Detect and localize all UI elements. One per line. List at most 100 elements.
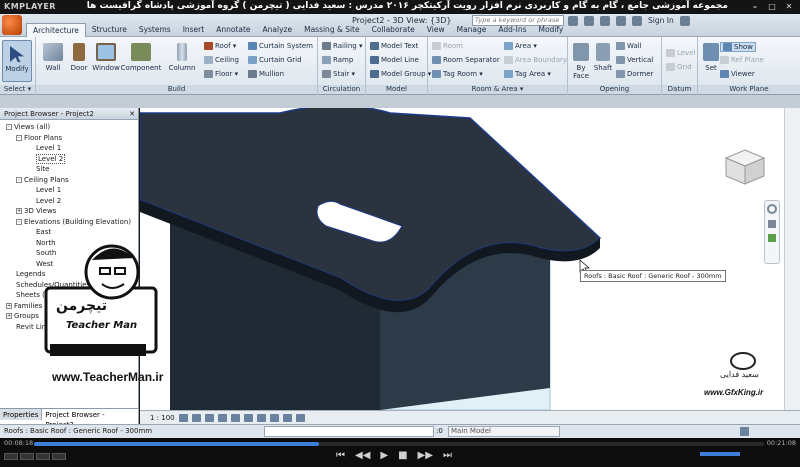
- tag-room-button[interactable]: Tag Room ▾: [432, 70, 483, 78]
- communication-icon[interactable]: [600, 15, 610, 26]
- tab-properties[interactable]: Properties: [0, 409, 43, 420]
- tab-systems[interactable]: Systems: [133, 23, 177, 37]
- browser-tree-item[interactable]: - Ceiling Plans: [0, 175, 138, 186]
- expand-icon[interactable]: +: [6, 302, 12, 309]
- steering-wheel-icon[interactable]: [767, 204, 777, 214]
- expand-icon[interactable]: +: [6, 313, 12, 319]
- browser-tree-item[interactable]: - Elevations (Building Elevation): [0, 217, 138, 228]
- subscription-icon[interactable]: [584, 15, 594, 26]
- roof-button[interactable]: Roof ▾: [204, 42, 236, 50]
- render-icon[interactable]: [230, 413, 240, 422]
- tab-massing-site[interactable]: Massing & Site: [298, 23, 366, 37]
- visual-style-icon[interactable]: [191, 413, 201, 422]
- grid-button[interactable]: Grid: [666, 63, 692, 71]
- ramp-button[interactable]: Ramp: [322, 56, 353, 64]
- window-button[interactable]: Window: [92, 43, 120, 72]
- close-icon[interactable]: ✕: [129, 108, 135, 120]
- tab-view[interactable]: View: [421, 23, 451, 37]
- room-area-panel-label[interactable]: Room & Area ▾: [428, 85, 567, 94]
- browser-tree-item[interactable]: Level 1: [0, 143, 138, 154]
- sun-path-icon[interactable]: [204, 413, 214, 422]
- browser-tree-item[interactable]: Level 2: [0, 196, 138, 207]
- sign-in-link[interactable]: Sign In: [648, 16, 674, 25]
- filter-icon[interactable]: [740, 427, 749, 436]
- reveal-hidden-icon[interactable]: [295, 413, 305, 422]
- rewind-icon[interactable]: ◀◀: [355, 450, 370, 461]
- component-button[interactable]: Component: [120, 43, 162, 72]
- crop-view-icon[interactable]: [243, 413, 253, 422]
- curtain-grid-button[interactable]: Curtain Grid: [248, 56, 302, 64]
- viewcube-icon[interactable]: [722, 148, 768, 188]
- wall-opening-button[interactable]: Wall: [616, 42, 642, 50]
- tab-manage[interactable]: Manage: [451, 23, 493, 37]
- binoculars-icon[interactable]: [568, 15, 578, 26]
- tab-insert[interactable]: Insert: [177, 23, 211, 37]
- forward-icon[interactable]: ▶▶: [418, 450, 433, 461]
- stop-icon[interactable]: ■: [398, 450, 407, 461]
- lock-view-icon[interactable]: [269, 413, 279, 422]
- expand-icon[interactable]: +: [16, 208, 22, 214]
- column-button[interactable]: Column: [166, 43, 198, 72]
- browser-tree-item[interactable]: - Views (all): [0, 122, 138, 133]
- tab-structure[interactable]: Structure: [86, 23, 133, 37]
- workset-field[interactable]: [264, 426, 434, 437]
- ceiling-button[interactable]: Ceiling: [204, 56, 239, 64]
- minimize-icon[interactable]: –: [748, 1, 762, 12]
- door-button[interactable]: Door: [66, 43, 92, 72]
- area-boundary-button[interactable]: Area Boundary: [504, 56, 567, 64]
- curtain-system-button[interactable]: Curtain System: [248, 42, 313, 50]
- by-face-button[interactable]: By Face: [570, 43, 592, 80]
- collapse-icon[interactable]: -: [16, 134, 22, 141]
- orbit-icon[interactable]: [768, 234, 776, 242]
- dormer-button[interactable]: Dormer: [616, 70, 653, 78]
- shaft-button[interactable]: Shaft: [592, 43, 614, 72]
- tab-collaborate[interactable]: Collaborate: [366, 23, 421, 37]
- select-dropdown[interactable]: Select ▾: [0, 85, 35, 94]
- modify-button[interactable]: Modify: [2, 40, 32, 82]
- set-work-plane-button[interactable]: Set: [700, 43, 722, 72]
- tab-add-ins[interactable]: Add-Ins: [492, 23, 532, 37]
- model-text-button[interactable]: Model Text: [370, 42, 418, 50]
- maximize-icon[interactable]: □: [765, 1, 779, 12]
- vertical-scrollbar[interactable]: [784, 108, 800, 410]
- detail-level-icon[interactable]: [178, 413, 188, 422]
- model-line-button[interactable]: Model Line: [370, 56, 419, 64]
- tab-architecture[interactable]: Architecture: [26, 23, 86, 37]
- vertical-opening-button[interactable]: Vertical: [616, 56, 653, 64]
- help-icon[interactable]: [679, 15, 690, 26]
- zoom-icon[interactable]: [768, 220, 776, 228]
- shadows-icon[interactable]: [217, 413, 227, 422]
- volume-slider[interactable]: [700, 452, 740, 456]
- browser-tree-item[interactable]: - Floor Plans: [0, 133, 138, 144]
- favorites-icon[interactable]: [616, 15, 626, 26]
- ref-plane-button[interactable]: Ref Plane: [720, 56, 764, 64]
- tab-annotate[interactable]: Annotate: [210, 23, 256, 37]
- room-separator-button[interactable]: Room Separator: [432, 56, 500, 64]
- browser-tree-item[interactable]: Level 2: [0, 153, 138, 165]
- tab-analyze[interactable]: Analyze: [257, 23, 299, 37]
- level-button[interactable]: Level: [666, 49, 695, 57]
- mullion-button[interactable]: Mullion: [248, 70, 284, 78]
- show-crop-icon[interactable]: [256, 413, 266, 422]
- room-button[interactable]: Room: [432, 42, 463, 50]
- collapse-icon[interactable]: -: [16, 218, 22, 225]
- wall-button[interactable]: Wall: [40, 43, 66, 72]
- seek-bar[interactable]: [34, 442, 764, 446]
- viewer-button[interactable]: Viewer: [720, 70, 755, 78]
- close-icon[interactable]: ✕: [782, 1, 796, 12]
- next-icon[interactable]: ⏭: [443, 450, 452, 461]
- 3d-viewport[interactable]: Roofs : Basic Roof : Generic Roof - 300m…: [140, 108, 784, 410]
- model-group-button[interactable]: Model Group ▾: [370, 70, 431, 78]
- view-scale[interactable]: 1 : 100: [150, 414, 175, 422]
- main-model-select[interactable]: Main Model: [448, 426, 560, 437]
- browser-tree-item[interactable]: Level 1: [0, 185, 138, 196]
- tab-modify[interactable]: Modify: [533, 23, 570, 37]
- collapse-icon[interactable]: -: [6, 124, 12, 130]
- stair-button[interactable]: Stair ▾: [322, 70, 355, 78]
- browser-tree-item[interactable]: Site: [0, 164, 138, 175]
- browser-tree-item[interactable]: +3D Views: [0, 206, 138, 217]
- floor-button[interactable]: Floor ▾: [204, 70, 238, 78]
- play-icon[interactable]: ▶: [380, 450, 388, 461]
- collapse-icon[interactable]: -: [16, 176, 22, 183]
- hide-isolate-icon[interactable]: [282, 413, 292, 422]
